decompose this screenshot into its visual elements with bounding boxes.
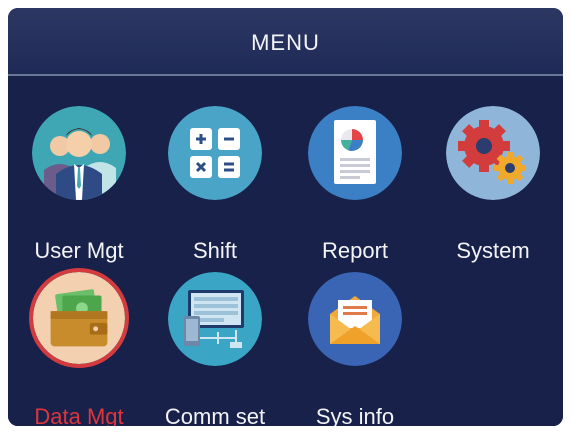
menu-item-data-mgt[interactable]: Data Mgt xyxy=(14,272,144,426)
menu-item-sys-info[interactable]: Sys info xyxy=(290,272,420,426)
wallet-icon xyxy=(33,272,125,364)
report-icon xyxy=(308,106,402,200)
menu-item-label: User Mgt xyxy=(34,238,124,263)
title-bar: MENU xyxy=(8,8,563,76)
menu-item-report[interactable]: Report xyxy=(290,106,420,263)
menu-item-comm-set[interactable]: Comm set xyxy=(150,272,280,426)
gears-icon xyxy=(446,106,540,200)
menu-item-label: Sys info xyxy=(315,404,395,426)
users-icon xyxy=(32,106,126,200)
envelope-icon xyxy=(308,272,402,366)
page-title: MENU xyxy=(251,30,320,55)
menu-grid: User Mgt Shift Report System Data Mgt Co… xyxy=(8,76,563,426)
menu-item-label: Data Mgt xyxy=(34,404,124,426)
menu-item-label: Comm set xyxy=(164,404,266,426)
menu-item-system[interactable]: System xyxy=(428,106,558,263)
calculator-icon xyxy=(168,106,262,200)
menu-item-label: Shift xyxy=(192,238,238,263)
menu-item-label: Report xyxy=(321,238,389,263)
menu-item-user-mgt[interactable]: User Mgt xyxy=(14,106,144,263)
menu-item-shift[interactable]: Shift xyxy=(150,106,280,263)
menu-item-label: System xyxy=(456,238,530,263)
network-icon xyxy=(168,272,262,366)
device-screen: MENU User Mgt Shift Report System Data M… xyxy=(8,8,563,426)
